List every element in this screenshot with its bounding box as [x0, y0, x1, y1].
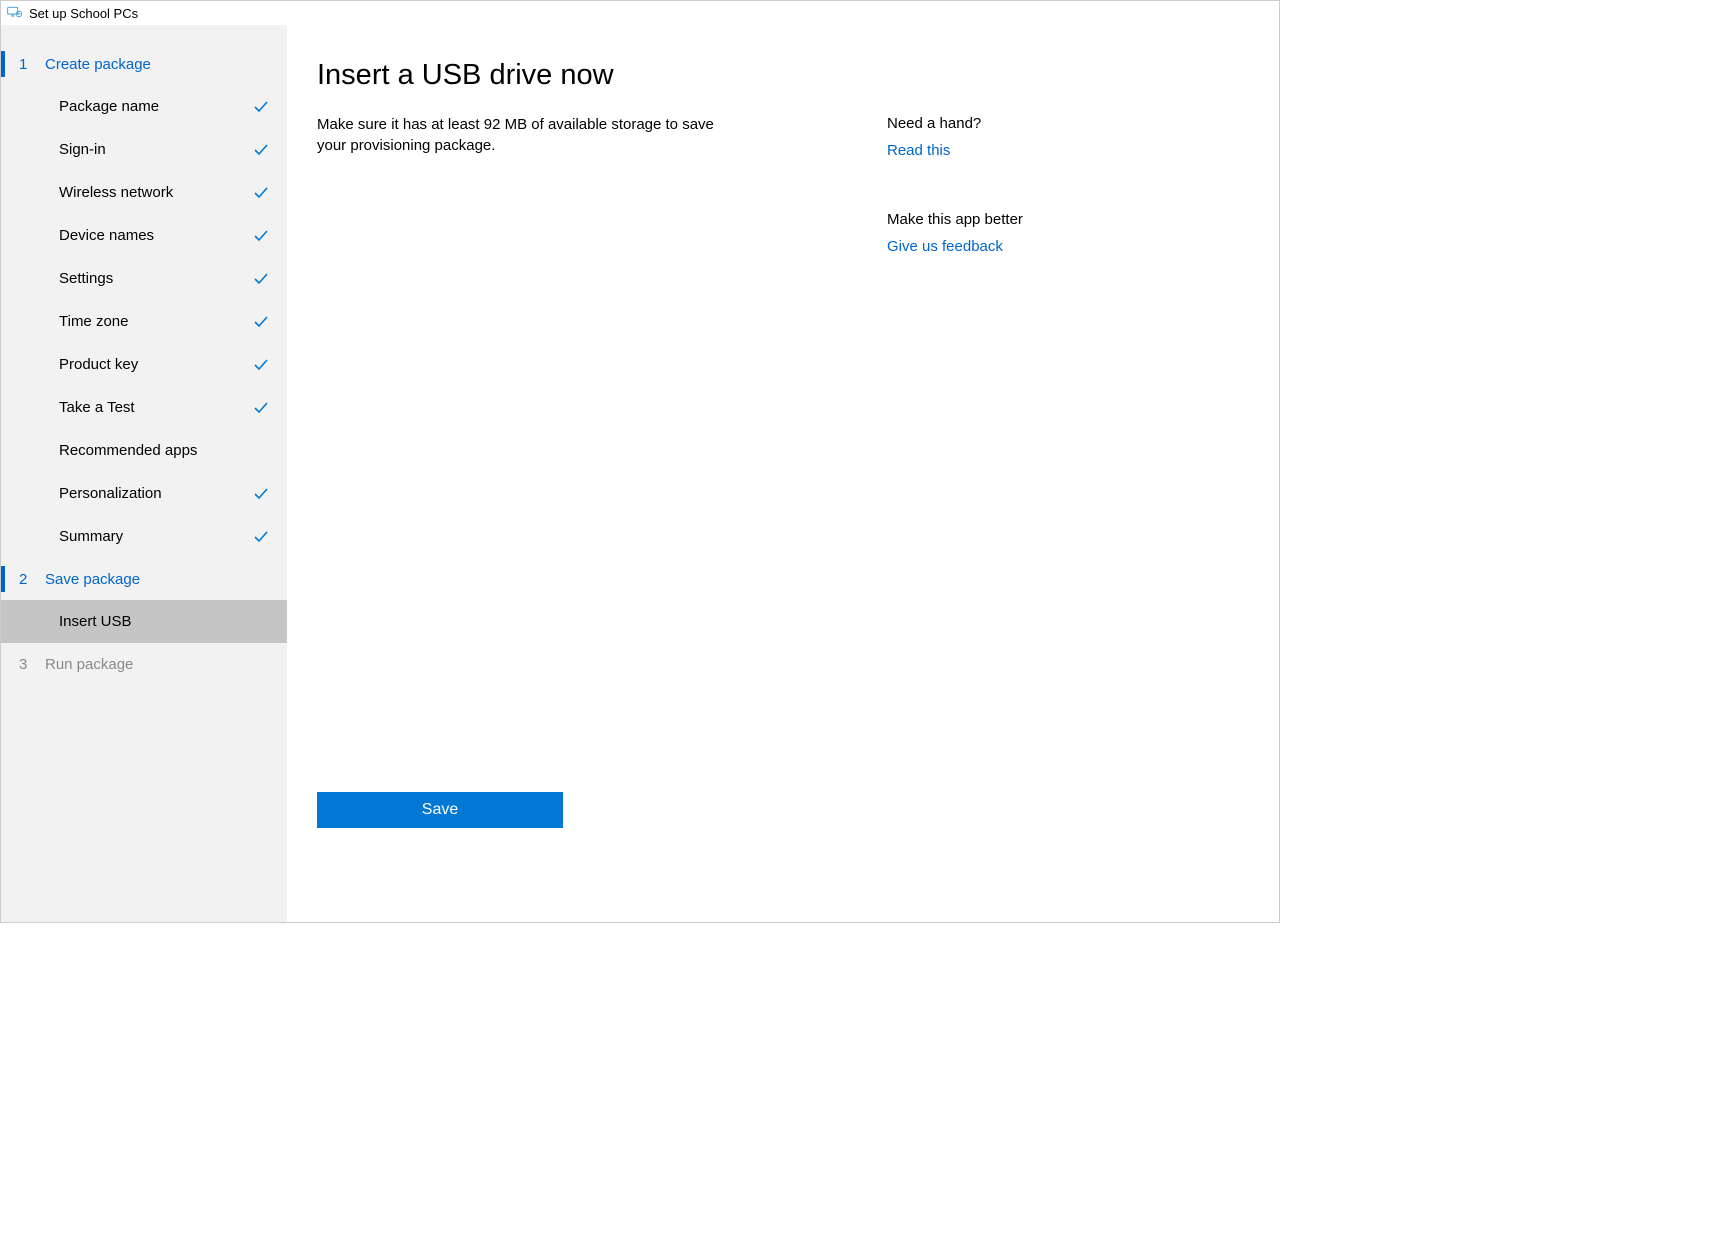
titlebar: Set up School PCs [1, 1, 1279, 25]
substep-label: Insert USB [59, 613, 132, 630]
substep-wireless-network[interactable]: Wireless network [1, 171, 287, 214]
give-feedback-link[interactable]: Give us feedback [887, 238, 1067, 255]
substep-time-zone[interactable]: Time zone [1, 300, 287, 343]
substep-summary[interactable]: Summary [1, 515, 287, 558]
substep-device-names[interactable]: Device names [1, 214, 287, 257]
substep-label: Sign-in [59, 141, 106, 158]
step-label: Create package [45, 56, 151, 73]
read-this-link[interactable]: Read this [887, 142, 1067, 159]
help-panel: Need a hand? Read this Make this app bet… [887, 59, 1067, 892]
substep-label: Device names [59, 227, 154, 244]
substep-package-name[interactable]: Package name [1, 85, 287, 128]
step-number: 3 [19, 656, 45, 673]
step-create-package[interactable]: 1 Create package [1, 43, 287, 85]
substep-label: Wireless network [59, 184, 173, 201]
substep-sign-in[interactable]: Sign-in [1, 128, 287, 171]
step-number: 1 [19, 56, 45, 73]
substep-take-a-test[interactable]: Take a Test [1, 386, 287, 429]
substep-settings[interactable]: Settings [1, 257, 287, 300]
substep-label: Settings [59, 270, 113, 287]
window-title: Set up School PCs [29, 6, 138, 21]
step-label: Run package [45, 656, 133, 673]
substep-label: Package name [59, 98, 159, 115]
substep-insert-usb[interactable]: Insert USB [1, 600, 287, 643]
substep-label: Recommended apps [59, 442, 197, 459]
check-icon [253, 400, 269, 416]
help-heading-feedback: Make this app better [887, 211, 1067, 228]
page-title: Insert a USB drive now [317, 59, 827, 92]
substep-label: Summary [59, 528, 123, 545]
check-icon [253, 486, 269, 502]
substep-label: Time zone [59, 313, 128, 330]
sidebar: 1 Create package Package name Sign-in Wi… [1, 25, 287, 922]
step-save-package[interactable]: 2 Save package [1, 558, 287, 600]
check-icon [253, 185, 269, 201]
save-button[interactable]: Save [317, 792, 563, 828]
substep-label: Personalization [59, 485, 162, 502]
check-icon [253, 314, 269, 330]
check-icon [253, 529, 269, 545]
check-icon [253, 142, 269, 158]
main-content: Insert a USB drive now Make sure it has … [287, 25, 1279, 922]
substep-personalization[interactable]: Personalization [1, 472, 287, 515]
check-icon [253, 99, 269, 115]
check-icon [253, 357, 269, 373]
help-heading-need-a-hand: Need a hand? [887, 115, 1067, 132]
substep-label: Product key [59, 356, 138, 373]
step-label: Save package [45, 571, 140, 588]
substep-product-key[interactable]: Product key [1, 343, 287, 386]
app-icon [7, 5, 23, 22]
step-run-package[interactable]: 3 Run package [1, 643, 287, 685]
page-description: Make sure it has at least 92 MB of avail… [317, 114, 737, 156]
check-icon [253, 228, 269, 244]
step-number: 2 [19, 571, 45, 588]
substep-label: Take a Test [59, 399, 135, 416]
check-icon [253, 271, 269, 287]
substep-recommended-apps[interactable]: Recommended apps [1, 429, 287, 472]
